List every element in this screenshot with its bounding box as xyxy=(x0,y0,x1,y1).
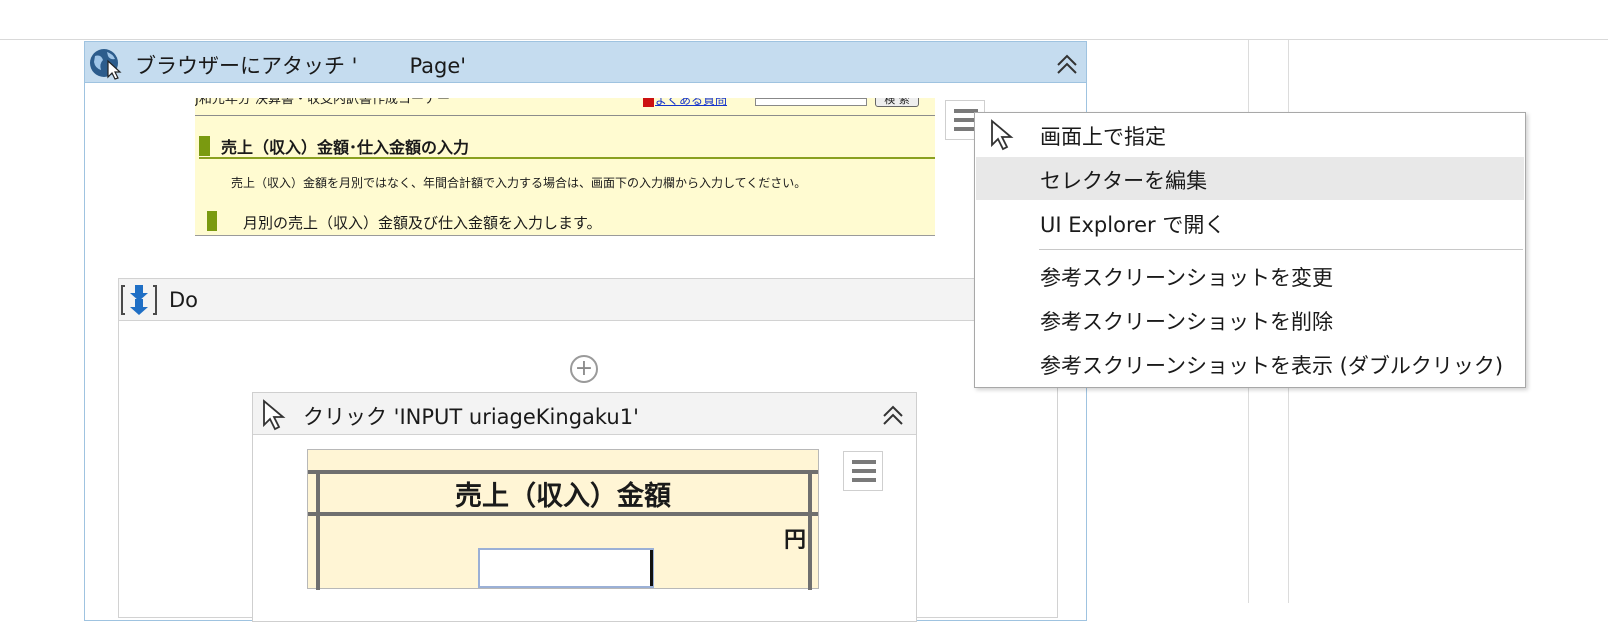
menu-item-edit-selector[interactable]: セレクターを編集 xyxy=(976,157,1524,200)
screenshot-note: 売上（収入）金額を月別ではなく、年間合計額で入力する場合は、画面下の入力欄から入… xyxy=(231,176,807,190)
heading-bar xyxy=(199,136,210,156)
attach-title-page: Page' xyxy=(409,54,467,78)
click-title: クリック 'INPUT uriageKingaku1' xyxy=(303,405,639,429)
menu-item-label: 画面上で指定 xyxy=(1040,125,1166,149)
hamburger-menu-icon[interactable] xyxy=(843,451,883,491)
menu-item-label: 参考スクリーンショットを変更 xyxy=(1040,266,1333,290)
menu-item-label: 参考スクリーンショットを削除 xyxy=(1040,310,1333,334)
screenshot-search-button: 検 索 xyxy=(875,98,919,107)
menu-item-remove-screenshot[interactable]: 参考スクリーンショットを削除 xyxy=(976,298,1524,341)
plus-circle-icon[interactable]: + xyxy=(570,355,598,383)
globe-cursor-icon xyxy=(89,46,123,84)
click-reference-screenshot[interactable]: 売上（収入）金額 円 xyxy=(307,449,819,590)
do-title: Do xyxy=(169,288,199,312)
context-menu[interactable]: 画面上で指定 セレクターを編集 UI Explorer で開く 参考スクリーンシ… xyxy=(974,112,1526,388)
text-cursor xyxy=(650,550,653,586)
double-chevron-up-icon[interactable] xyxy=(881,403,905,431)
screenshot-search-box xyxy=(755,98,867,106)
menu-item-label: セレクターを編集 xyxy=(1040,169,1208,193)
do-header[interactable]: Do xyxy=(119,279,1057,321)
screenshot-header-strip: J和元年分 決算書・収支内訳書作成コーナー よくある質問 検 索 xyxy=(195,98,935,116)
sequence-download-icon xyxy=(121,283,157,321)
faq-link: よくある質問 xyxy=(655,98,728,107)
screenshot-input-field xyxy=(478,548,654,588)
subheading-bar xyxy=(207,211,217,231)
menu-item-change-screenshot[interactable]: 参考スクリーンショットを変更 xyxy=(976,254,1524,297)
mouse-pointer-icon xyxy=(261,399,287,435)
menu-item-open-ui-explorer[interactable]: UI Explorer で開く xyxy=(976,201,1524,244)
menu-item-label: 参考スクリーンショットを表示 (ダブルクリック) xyxy=(1040,354,1504,378)
screenshot-heading: 売上（収入）金額･仕入金額の入力 xyxy=(221,138,470,157)
top-divider xyxy=(0,39,1608,40)
screenshot-subheading: 月別の売上（収入）金額及び仕入金額を入力します。 xyxy=(243,214,602,232)
attach-title: ブラウザーにアタッチ ' xyxy=(135,54,358,78)
click-header[interactable]: クリック 'INPUT uriageKingaku1' xyxy=(253,393,916,435)
double-chevron-up-icon[interactable] xyxy=(1055,52,1079,80)
mouse-pointer-icon xyxy=(989,119,1015,156)
screenshot-field-heading: 売上（収入）金額 xyxy=(455,481,671,512)
faq-icon xyxy=(643,98,654,107)
screenshot-nav-text: J和元年分 決算書・収支内訳書作成コーナー xyxy=(195,98,450,107)
heading-underline xyxy=(199,157,935,159)
menu-item-indicate-on-screen[interactable]: 画面上で指定 xyxy=(976,113,1524,156)
menu-separator xyxy=(1039,249,1523,250)
menu-item-show-screenshot[interactable]: 参考スクリーンショットを表示 (ダブルクリック) xyxy=(976,342,1524,385)
menu-item-label: UI Explorer で開く xyxy=(1040,213,1226,237)
attach-browser-header[interactable]: ブラウザーにアタッチ ' Page' xyxy=(85,42,1086,83)
screenshot-unit-label: 円 xyxy=(784,528,807,553)
reference-screenshot[interactable]: J和元年分 決算書・収支内訳書作成コーナー よくある質問 検 索 売上（収入）金… xyxy=(195,98,935,236)
